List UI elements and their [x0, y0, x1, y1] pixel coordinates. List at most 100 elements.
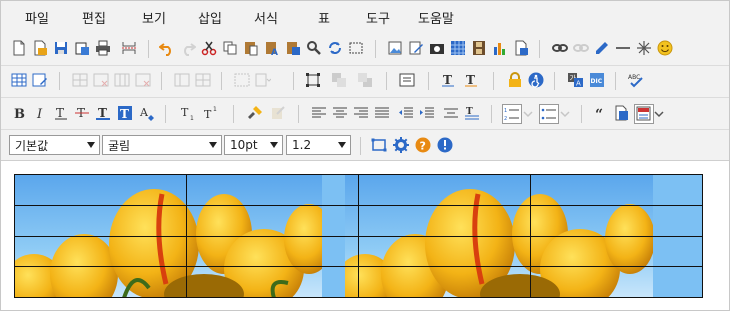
chart-icon[interactable] — [491, 39, 509, 57]
lock-icon[interactable] — [506, 71, 524, 89]
cell-border-dropdown-icon[interactable] — [254, 71, 272, 89]
chevron-down-icon[interactable] — [523, 105, 533, 123]
insert-file-icon[interactable] — [512, 39, 530, 57]
page-break-icon[interactable] — [120, 39, 138, 57]
outdent-icon[interactable] — [397, 104, 415, 122]
send-backward-icon[interactable] — [356, 71, 374, 89]
font-face-dropdown[interactable]: 굴림 — [102, 135, 222, 155]
font-size-dropdown[interactable]: 10pt — [224, 135, 283, 155]
menu-edit[interactable]: 편집 — [82, 8, 106, 27]
info-icon[interactable] — [436, 136, 454, 154]
font-color-icon[interactable]: T — [94, 104, 112, 122]
dictionary-icon[interactable]: DIC — [588, 71, 606, 89]
help-icon[interactable]: ? — [414, 136, 432, 154]
delete-row-icon[interactable] — [92, 71, 110, 89]
camera-icon[interactable] — [428, 39, 446, 57]
print-icon[interactable] — [94, 39, 112, 57]
style-dropdown[interactable]: 기본값 — [9, 135, 100, 155]
insert-table-icon[interactable] — [10, 71, 28, 89]
paste-format-icon[interactable] — [269, 104, 287, 122]
background-color-icon[interactable]: T — [116, 104, 134, 122]
save-as-icon[interactable] — [73, 39, 91, 57]
template-icon[interactable] — [634, 104, 654, 124]
horizontal-rule-icon[interactable] — [614, 39, 632, 57]
menu-bar: 파일 편집 보기 삽입 서식 표 도구 도움말 — [1, 1, 729, 33]
find-icon[interactable] — [305, 39, 323, 57]
strikethrough-icon[interactable]: T — [73, 104, 91, 122]
unlink-icon[interactable] — [572, 39, 590, 57]
open-document-icon[interactable] — [31, 39, 49, 57]
replace-icon[interactable] — [326, 39, 344, 57]
film-strip-icon[interactable] — [470, 39, 488, 57]
subscript-icon[interactable]: T1 — [179, 104, 197, 122]
menu-view[interactable]: 보기 — [142, 8, 166, 27]
settings-icon[interactable] — [392, 136, 410, 154]
paragraph-format-icon[interactable]: T — [463, 104, 481, 122]
accessibility-icon[interactable] — [527, 71, 545, 89]
merge-cell-icon[interactable] — [194, 71, 212, 89]
document-table[interactable] — [14, 174, 703, 298]
toolbar-row-4: 기본값 굴림 10pt 1.2 ? — [1, 129, 729, 160]
split-cell-icon[interactable] — [173, 71, 191, 89]
clear-format-icon[interactable]: A — [138, 104, 156, 122]
background-pattern-icon[interactable] — [449, 39, 467, 57]
bookmark-icon[interactable] — [593, 39, 611, 57]
save-icon[interactable] — [52, 39, 70, 57]
superscript-icon[interactable]: T1 — [202, 104, 220, 122]
insert-row-icon[interactable] — [71, 71, 89, 89]
align-center-icon[interactable] — [331, 104, 349, 122]
paste-text-icon[interactable]: A — [263, 39, 281, 57]
document-area[interactable] — [1, 161, 729, 310]
text-direction-horizontal-icon[interactable]: T — [439, 71, 457, 89]
menu-format[interactable]: 서식 — [254, 8, 278, 27]
align-right-icon[interactable] — [352, 104, 370, 122]
translate-icon[interactable]: 가A — [566, 71, 584, 89]
menu-help[interactable]: 도움말 — [418, 8, 454, 27]
paste-word-icon[interactable] — [284, 39, 302, 57]
unordered-list-icon[interactable] — [539, 104, 559, 124]
text-box-icon[interactable] — [398, 71, 416, 89]
bring-forward-icon[interactable] — [330, 71, 348, 89]
underline-icon[interactable]: T — [52, 104, 70, 122]
bold-icon[interactable]: B — [10, 104, 28, 122]
italic-icon[interactable]: I — [31, 104, 49, 122]
table-border — [186, 174, 187, 298]
select-all-icon[interactable] — [347, 39, 365, 57]
text-direction-vertical-icon[interactable]: T — [462, 71, 480, 89]
chevron-down-icon[interactable] — [654, 105, 664, 123]
delete-column-icon[interactable] — [134, 71, 152, 89]
image-icon[interactable] — [386, 39, 404, 57]
svg-text:DIC: DIC — [591, 78, 603, 85]
paste-icon[interactable] — [242, 39, 260, 57]
position-box-icon[interactable] — [304, 71, 322, 89]
chevron-down-icon[interactable] — [560, 105, 570, 123]
menu-file[interactable]: 파일 — [25, 8, 49, 27]
cut-icon[interactable] — [200, 39, 218, 57]
edit-image-icon[interactable] — [407, 39, 425, 57]
new-document-icon[interactable] — [10, 39, 28, 57]
table-properties-icon[interactable] — [31, 71, 49, 89]
line-spacing-icon[interactable] — [442, 104, 460, 122]
full-screen-icon[interactable] — [370, 136, 388, 154]
copy-icon[interactable] — [221, 39, 239, 57]
undo-icon[interactable] — [158, 39, 176, 57]
menu-insert[interactable]: 삽입 — [198, 8, 222, 27]
indent-icon[interactable] — [418, 104, 436, 122]
insert-column-icon[interactable] — [113, 71, 131, 89]
separator — [59, 72, 60, 90]
menu-tools[interactable]: 도구 — [366, 8, 390, 27]
menu-table[interactable]: 표 — [318, 8, 330, 27]
spell-check-icon[interactable]: ABC — [627, 71, 645, 89]
special-character-icon[interactable] — [635, 39, 653, 57]
line-height-dropdown[interactable]: 1.2 — [286, 135, 351, 155]
page-setup-icon[interactable] — [612, 104, 630, 122]
hyperlink-icon[interactable] — [551, 39, 569, 57]
format-painter-icon[interactable] — [246, 104, 264, 122]
align-left-icon[interactable] — [310, 104, 328, 122]
cell-properties-icon[interactable] — [233, 71, 251, 89]
emoticon-icon[interactable] — [656, 39, 674, 57]
ordered-list-icon[interactable]: 12 — [502, 104, 522, 124]
redo-icon[interactable] — [179, 39, 197, 57]
blockquote-icon[interactable]: “ — [593, 104, 611, 122]
align-justify-icon[interactable] — [373, 104, 391, 122]
